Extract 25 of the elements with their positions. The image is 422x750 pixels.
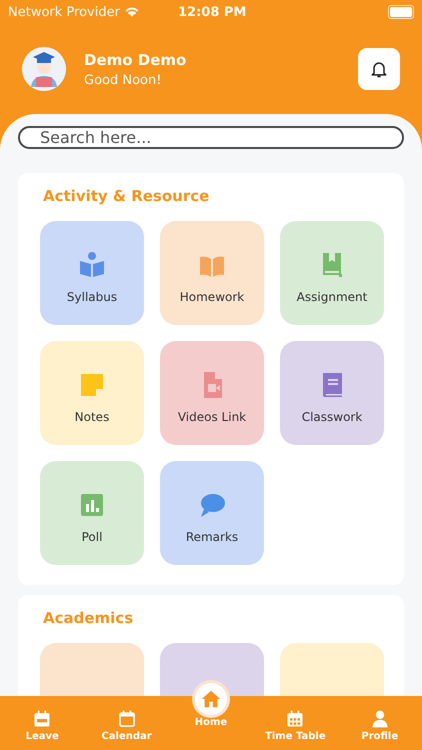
menu-tile[interactable]: Notes (40, 341, 144, 445)
menu-tile[interactable]: Syllabus (40, 221, 144, 325)
carrier-name: Network Provider (8, 4, 120, 20)
wifi-icon (124, 6, 140, 18)
user-name: Demo Demo (84, 50, 188, 68)
search-field[interactable]: Search here... (18, 126, 404, 149)
menu-tile[interactable]: Videos Link (160, 341, 264, 445)
calendar-icon (116, 709, 137, 729)
section-title: Activity & Resource (43, 187, 210, 205)
calendar-grid-icon (285, 709, 306, 729)
student-avatar (22, 47, 66, 91)
menu-tile[interactable]: Remarks (160, 461, 264, 565)
person-icon (370, 709, 390, 729)
menu-tile[interactable]: Poll (40, 461, 144, 565)
greeting-text: Good Noon! (84, 72, 162, 88)
clock-time: 12:08 PM (178, 4, 246, 20)
menu-tile[interactable]: Homework (160, 221, 264, 325)
reading-person-icon (77, 250, 107, 280)
menu-tile[interactable]: Classwork (280, 341, 384, 445)
section-title: Academics (43, 609, 134, 627)
home-icon (200, 688, 222, 710)
calendar-icon (32, 709, 52, 729)
battery-icon (388, 5, 414, 19)
notification-button[interactable] (358, 48, 400, 90)
menu-tile[interactable]: Assignment (280, 221, 384, 325)
